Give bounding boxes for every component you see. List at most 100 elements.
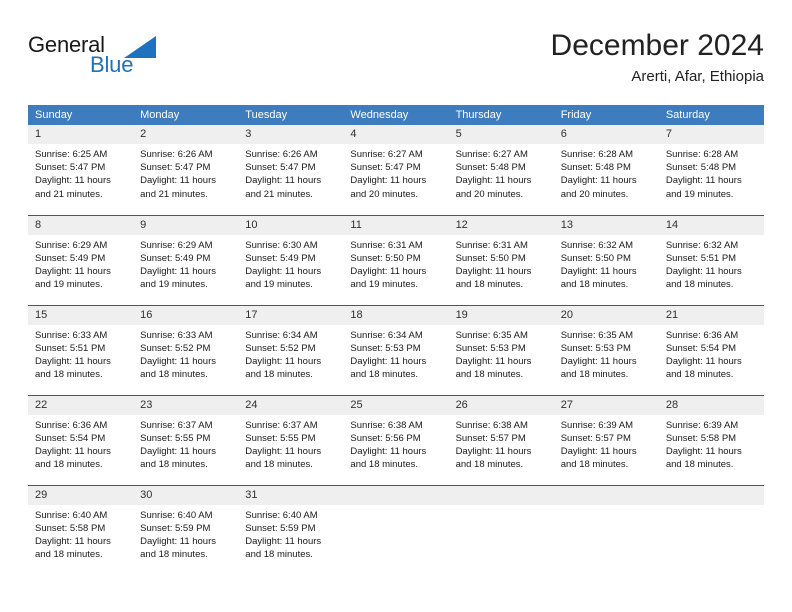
calendar-day-cell[interactable]: 24 Sunrise: 6:37 AM Sunset: 5:55 PM Dayligh… — [238, 394, 344, 485]
calendar-day-cell[interactable]: 14 Sunrise: 6:32 AM Sunset: 5:51 PM Dayligh… — [658, 214, 764, 305]
day-details — [343, 505, 448, 509]
daylight-duration-line2: and 18 minutes. — [245, 459, 313, 471]
day-details: Sunrise: 6:27 AM Sunset: 5:47 PM Daylight:… — [343, 144, 448, 201]
day-number: 17 — [238, 305, 344, 325]
calendar-day-cell[interactable]: 13 Sunrise: 6:32 AM Sunset: 5:50 PM Dayligh… — [553, 214, 659, 305]
daylight-duration-line2: and 18 minutes. — [140, 459, 208, 471]
calendar-day-cell[interactable]: 12 Sunrise: 6:31 AM Sunset: 5:50 PM Dayligh… — [448, 214, 554, 305]
title-block: December 2024 Arerti, Afar, Ethiopia — [551, 28, 764, 87]
calendar-day-cell[interactable]: 11 Sunrise: 6:31 AM Sunset: 5:50 PM Dayligh… — [343, 214, 449, 305]
sunrise-time: Sunrise: 6:35 AM — [455, 329, 528, 341]
calendar-day-cell[interactable]: 6 Sunrise: 6:28 AM Sunset: 5:48 PM Daylight… — [553, 125, 659, 215]
calendar-day-cell[interactable]: 10 Sunrise: 6:30 AM Sunset: 5:49 PM Dayligh… — [238, 214, 344, 305]
daylight-duration-line2: and 20 minutes. — [455, 188, 524, 200]
calendar-day-cell[interactable]: 29 Sunrise: 6:40 AM Sunset: 5:58 PM Dayligh… — [28, 484, 134, 575]
calendar-day-cell[interactable]: 27 Sunrise: 6:39 AM Sunset: 5:57 PM Dayligh… — [553, 394, 659, 485]
calendar-day-cell[interactable]: 18 Sunrise: 6:34 AM Sunset: 5:53 PM Dayligh… — [343, 304, 449, 395]
calendar-day-cell[interactable]: 19 Sunrise: 6:35 AM Sunset: 5:53 PM Dayligh… — [448, 304, 554, 395]
calendar-day-cell[interactable]: 2 Sunrise: 6:26 AM Sunset: 5:47 PM Daylight… — [133, 125, 239, 215]
daylight-duration-line1: Daylight: 11 hours — [350, 175, 427, 187]
day-details: Sunrise: 6:32 AM Sunset: 5:50 PM Daylight:… — [554, 235, 659, 292]
sunrise-time: Sunrise: 6:33 AM — [35, 329, 108, 341]
day-number: 22 — [28, 395, 134, 415]
day-number: 20 — [553, 305, 659, 325]
general-blue-logo[interactable]: General Blue — [28, 32, 228, 84]
day-number: 12 — [448, 215, 554, 235]
calendar-day-cell[interactable]: 16 Sunrise: 6:33 AM Sunset: 5:52 PM Dayligh… — [133, 304, 239, 395]
sunset-time: Sunset: 5:55 PM — [245, 432, 316, 444]
calendar-day-cell[interactable]: 20 Sunrise: 6:35 AM Sunset: 5:53 PM Dayligh… — [553, 304, 659, 395]
daylight-duration-line1: Daylight: 11 hours — [245, 445, 322, 457]
sunrise-time: Sunrise: 6:31 AM — [455, 239, 528, 251]
calendar-day-cell[interactable]: 15 Sunrise: 6:33 AM Sunset: 5:51 PM Dayligh… — [28, 304, 134, 395]
calendar-day-cell[interactable]: 8 Sunrise: 6:29 AM Sunset: 5:49 PM Daylight… — [28, 214, 134, 305]
calendar-day-cell[interactable]: 9 Sunrise: 6:29 AM Sunset: 5:49 PM Daylight… — [133, 214, 239, 305]
daylight-duration-line2: and 18 minutes. — [560, 459, 629, 471]
calendar-day-cell[interactable]: 4 Sunrise: 6:27 AM Sunset: 5:47 PM Daylight… — [343, 125, 449, 215]
calendar-day-cell[interactable]: 25 Sunrise: 6:38 AM Sunset: 5:56 PM Dayligh… — [343, 394, 449, 485]
day-number: 23 — [133, 395, 239, 415]
page-title: December 2024 — [550, 29, 764, 62]
weekday-header-tuesday: Tuesday — [238, 105, 344, 125]
day-details: Sunrise: 6:26 AM Sunset: 5:47 PM Daylight:… — [238, 144, 343, 201]
weekday-header-thursday: Thursday — [448, 105, 554, 125]
calendar-day-cell[interactable]: 21 Sunrise: 6:36 AM Sunset: 5:54 PM Dayligh… — [658, 304, 764, 395]
sunrise-time: Sunrise: 6:36 AM — [665, 329, 739, 341]
daylight-duration-line2: and 18 minutes. — [455, 459, 524, 471]
daylight-duration-line1: Daylight: 11 hours — [350, 355, 427, 367]
daylight-duration-line1: Daylight: 11 hours — [350, 265, 427, 277]
sunset-time: Sunset: 5:58 PM — [665, 432, 737, 444]
page-header: General Blue December 2024 Arerti, Afar,… — [28, 28, 764, 92]
sunset-time: Sunset: 5:52 PM — [140, 342, 211, 354]
calendar-day-cell[interactable]: 1 Sunrise: 6:25 AM Sunset: 5:47 PM Daylight… — [28, 125, 134, 215]
daylight-duration-line2: and 18 minutes. — [35, 369, 103, 381]
sunset-time: Sunset: 5:53 PM — [560, 342, 631, 354]
sunset-time: Sunset: 5:53 PM — [350, 342, 421, 354]
calendar-day-cell[interactable]: 22 Sunrise: 6:36 AM Sunset: 5:54 PM Dayligh… — [28, 394, 134, 485]
calendar-day-cell[interactable]: 23 Sunrise: 6:37 AM Sunset: 5:55 PM Dayligh… — [133, 394, 239, 485]
calendar-day-cell[interactable]: 3 Sunrise: 6:26 AM Sunset: 5:47 PM Daylight… — [238, 125, 344, 215]
sunrise-time: Sunrise: 6:38 AM — [350, 419, 423, 431]
day-number: 9 — [133, 215, 239, 235]
sunset-time: Sunset: 5:57 PM — [560, 432, 631, 444]
day-number: 18 — [343, 305, 449, 325]
sunrise-time: Sunrise: 6:37 AM — [245, 419, 318, 431]
calendar-day-cell[interactable]: 7 Sunrise: 6:28 AM Sunset: 5:48 PM Daylight… — [658, 125, 764, 215]
day-details: Sunrise: 6:38 AM Sunset: 5:57 PM Daylight:… — [449, 415, 554, 472]
sunrise-time: Sunrise: 6:40 AM — [35, 509, 108, 521]
sunset-time: Sunset: 5:50 PM — [455, 252, 526, 264]
calendar-day-cell[interactable]: 30 Sunrise: 6:40 AM Sunset: 5:59 PM Dayligh… — [133, 484, 239, 575]
sunset-time: Sunset: 5:51 PM — [35, 342, 106, 354]
calendar-day-cell[interactable]: 26 Sunrise: 6:38 AM Sunset: 5:57 PM Dayligh… — [448, 394, 554, 485]
day-number: 6 — [553, 125, 659, 144]
weekday-header-sunday: Sunday — [28, 105, 134, 125]
calendar-day-cell[interactable]: 28 Sunrise: 6:39 AM Sunset: 5:58 PM Dayligh… — [658, 394, 764, 485]
day-details: Sunrise: 6:40 AM Sunset: 5:58 PM Daylight:… — [28, 505, 133, 562]
daylight-duration-line1: Daylight: 11 hours — [455, 265, 532, 277]
daylight-duration-line2: and 19 minutes. — [665, 188, 734, 200]
day-number: 1 — [28, 125, 134, 144]
daylight-duration-line1: Daylight: 11 hours — [560, 175, 637, 187]
calendar-day-cell[interactable]: 17 Sunrise: 6:34 AM Sunset: 5:52 PM Dayligh… — [238, 304, 344, 395]
day-details — [659, 505, 764, 509]
day-details: Sunrise: 6:28 AM Sunset: 5:48 PM Daylight:… — [554, 144, 659, 201]
sunset-time: Sunset: 5:47 PM — [35, 162, 106, 174]
daylight-duration-line2: and 18 minutes. — [350, 369, 419, 381]
day-details: Sunrise: 6:36 AM Sunset: 5:54 PM Daylight:… — [28, 415, 133, 472]
sunset-time: Sunset: 5:59 PM — [245, 522, 316, 534]
day-details: Sunrise: 6:39 AM Sunset: 5:58 PM Daylight:… — [659, 415, 764, 472]
sunset-time: Sunset: 5:50 PM — [560, 252, 631, 264]
calendar-day-cell[interactable]: 31 Sunrise: 6:40 AM Sunset: 5:59 PM Dayligh… — [238, 484, 344, 575]
daylight-duration-line2: and 21 minutes. — [140, 188, 208, 200]
daylight-duration-line2: and 18 minutes. — [350, 459, 419, 471]
sunrise-time: Sunrise: 6:36 AM — [35, 419, 108, 431]
daylight-duration-line1: Daylight: 11 hours — [350, 445, 427, 457]
day-details: Sunrise: 6:38 AM Sunset: 5:56 PM Daylight:… — [343, 415, 448, 472]
day-details: Sunrise: 6:30 AM Sunset: 5:49 PM Daylight:… — [238, 235, 343, 292]
day-details: Sunrise: 6:33 AM Sunset: 5:52 PM Daylight:… — [133, 325, 238, 382]
calendar-week-row: 29 Sunrise: 6:40 AM Sunset: 5:58 PM Dayligh… — [28, 484, 764, 575]
calendar-day-cell[interactable]: 5 Sunrise: 6:27 AM Sunset: 5:48 PM Daylight… — [448, 125, 554, 215]
daylight-duration-line1: Daylight: 11 hours — [245, 535, 322, 547]
sunrise-time: Sunrise: 6:29 AM — [140, 239, 213, 251]
day-number: 13 — [553, 215, 659, 235]
